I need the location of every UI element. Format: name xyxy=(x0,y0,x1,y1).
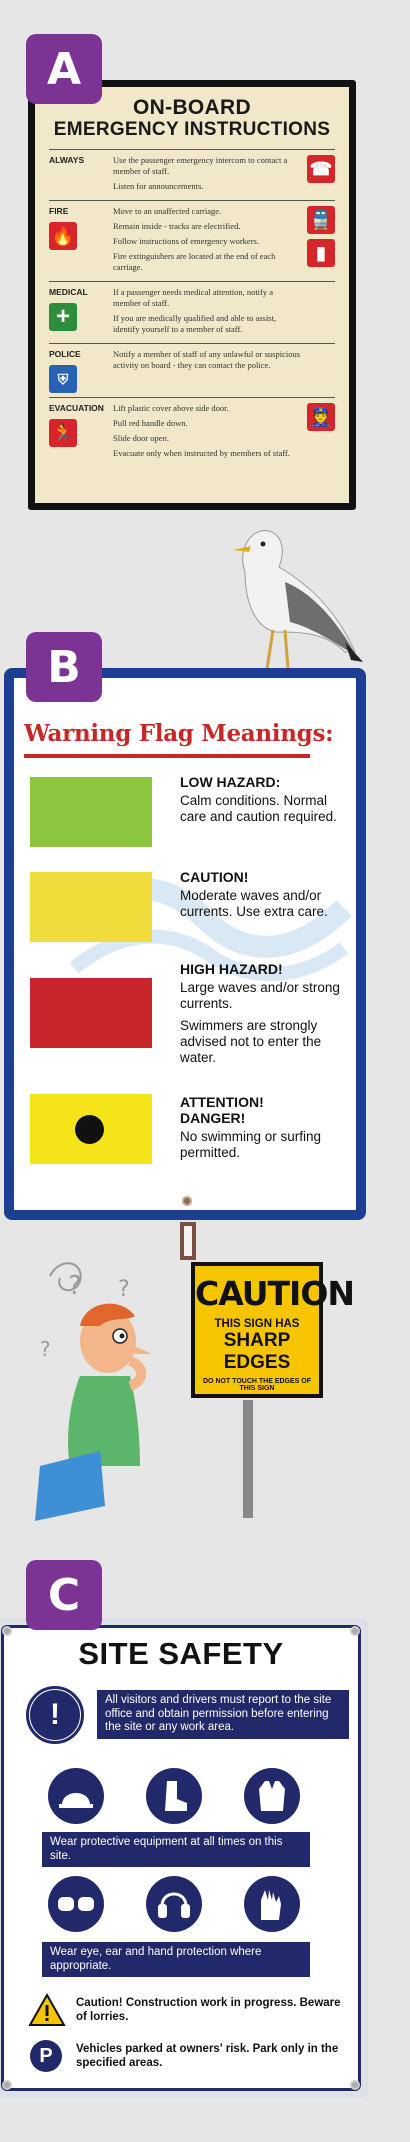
green-flag xyxy=(30,777,152,847)
flag-text-danger: ATTENTION! DANGER! No swimming or surfin… xyxy=(180,1094,355,1161)
ear-defenders-icon xyxy=(146,1876,202,1932)
fire-icon: 🔥 xyxy=(49,222,77,250)
flag-desc: Swimmers are strongly advised not to ent… xyxy=(180,1018,322,1065)
flag-heading: LOW HAZARD: xyxy=(180,774,281,790)
row-text: Use the passenger emergency intercom to … xyxy=(113,155,288,176)
row-text: If a passenger needs medical attention, … xyxy=(113,287,274,308)
sign-a-title-line2: EMERGENCY INSTRUCTIONS xyxy=(53,119,331,140)
parking-icon: P xyxy=(30,2040,62,2072)
sign-c-title: SITE SAFETY xyxy=(78,1636,284,1671)
parking-text: Vehicles parked at owners' risk. Park on… xyxy=(76,2043,339,2069)
intercom-icon: ☎ xyxy=(307,155,335,183)
hard-hat-icon xyxy=(48,1768,104,1824)
notice-band: All visitors and drivers must report to … xyxy=(97,1690,349,1739)
row-text: If you are medically qualified and able … xyxy=(113,313,277,334)
ppe-text: Wear protective equipment at all times o… xyxy=(50,1836,283,1862)
caution-fineprint: DO NOT TOUCH THE EDGES OF THIS SIGN xyxy=(203,1378,311,1392)
row-fire: FIRE 🔥 Move to an unaffected carriage. R… xyxy=(49,200,335,281)
flag-heading: HIGH HAZARD! xyxy=(180,961,283,977)
row-text: Slide door open. xyxy=(113,433,169,443)
row-text: Move to an unaffected carriage. xyxy=(113,206,222,216)
caution-heading: CAUTION xyxy=(195,1274,355,1313)
flag-text-high: HIGH HAZARD! Large waves and/or strong c… xyxy=(180,961,355,1066)
row-label: MEDICAL xyxy=(49,287,88,297)
caution-line: SHARP EDGES xyxy=(223,1330,291,1373)
site-safety-sign: SITE SAFETY ! All visitors and drivers m… xyxy=(0,1618,368,2098)
notice-text: All visitors and drivers must report to … xyxy=(105,1694,332,1733)
protection-text: Wear eye, ear and hand protection where … xyxy=(50,1946,262,1972)
confused-person-image: ? ? ? xyxy=(35,1262,152,1521)
row-text: Remain inside - tracks are electrified. xyxy=(113,221,241,231)
flag-text-low: LOW HAZARD: Calm conditions. Normal care… xyxy=(180,774,355,825)
title-underline xyxy=(24,754,310,758)
row-police: POLICE ⛨ Notify a member of staff of any… xyxy=(49,343,335,397)
ppe-band: Wear protective equipment at all times o… xyxy=(42,1832,310,1867)
red-flag xyxy=(30,978,152,1048)
seagull-image xyxy=(233,529,363,684)
caution-text: Caution! Construction work in progress. … xyxy=(76,1997,341,2023)
row-text: Fire extinguishers are located at the en… xyxy=(113,251,276,272)
danger-flag xyxy=(30,1094,152,1164)
svg-text:?: ? xyxy=(40,1337,51,1361)
sign-post xyxy=(243,1400,253,1518)
row-label: POLICE xyxy=(49,349,81,359)
black-dot-icon xyxy=(75,1115,104,1144)
yellow-flag xyxy=(30,872,152,942)
screw-icon xyxy=(2,1626,12,1636)
caution-line: THIS SIGN HAS xyxy=(214,1318,300,1330)
row-text: Pull red handle down. xyxy=(113,418,188,428)
goggles-icon xyxy=(48,1876,104,1932)
protection-band: Wear eye, ear and hand protection where … xyxy=(42,1942,310,1977)
warning-flag-sign: Warning Flag Meanings: LOW HAZARD: Calm … xyxy=(4,668,366,1220)
row-text: Follow instructions of emergency workers… xyxy=(113,236,259,246)
badge-b: B xyxy=(26,632,102,702)
hi-vis-vest-icon xyxy=(244,1768,300,1824)
row-text: Lift plastic cover above side door. xyxy=(113,403,229,413)
police-badge-icon: ⛨ xyxy=(49,365,77,393)
warning-triangle-icon xyxy=(28,1993,66,2026)
flag-desc: Moderate waves and/or currents. Use extr… xyxy=(180,888,328,919)
screw-icon xyxy=(2,2080,12,2090)
safety-boot-icon xyxy=(146,1768,202,1824)
flag-desc: Large waves and/or strong currents. xyxy=(180,980,340,1011)
onboard-emergency-sign: ON-BOARD EMERGENCY INSTRUCTIONS ALWAYS U… xyxy=(28,80,356,510)
badge-a: A xyxy=(26,34,102,104)
row-always: ALWAYS Use the passenger emergency inter… xyxy=(49,149,335,200)
train-icon: 🚆 xyxy=(307,206,335,234)
flag-heading: ATTENTION! DANGER! xyxy=(180,1094,264,1126)
row-label: EVACUATION xyxy=(49,403,104,413)
screw-icon xyxy=(350,1626,360,1636)
info-icon: ! xyxy=(26,1686,84,1744)
exit-icon: 🏃 xyxy=(49,419,77,447)
row-label: ALWAYS xyxy=(49,155,85,165)
screw-icon xyxy=(350,2080,360,2090)
row-medical: MEDICAL + If a passenger needs medical a… xyxy=(49,281,335,343)
caution-sharp-edges-sign: CAUTION THIS SIGN HAS SHARP EDGES DO NOT… xyxy=(191,1262,355,1398)
row-evacuation: EVACUATION 🏃 Lift plastic cover above si… xyxy=(49,397,335,467)
row-text: Notify a member of staff of any unlawful… xyxy=(113,349,301,370)
flag-desc: Calm conditions. Normal care and caution… xyxy=(180,793,337,824)
flag-desc: No swimming or surfing permitted. xyxy=(180,1129,322,1160)
extinguisher-icon: ▮ xyxy=(307,239,335,267)
gloves-icon xyxy=(244,1876,300,1932)
badge-c: C xyxy=(26,1560,102,1630)
sign-b-title: Warning Flag Meanings: xyxy=(24,720,334,747)
medical-cross-icon: + xyxy=(49,303,77,331)
flag-heading: CAUTION! xyxy=(180,869,249,885)
row-text: Listen for announcements. xyxy=(113,181,204,191)
screw-icon xyxy=(182,1196,192,1206)
row-label: FIRE xyxy=(49,206,69,216)
svg-text:?: ? xyxy=(118,1277,130,1302)
row-text: Evacuate only when instructed by members… xyxy=(113,448,290,458)
staff-icon: 👮 xyxy=(307,403,335,431)
flag-text-caution: CAUTION! Moderate waves and/or currents.… xyxy=(180,869,355,920)
